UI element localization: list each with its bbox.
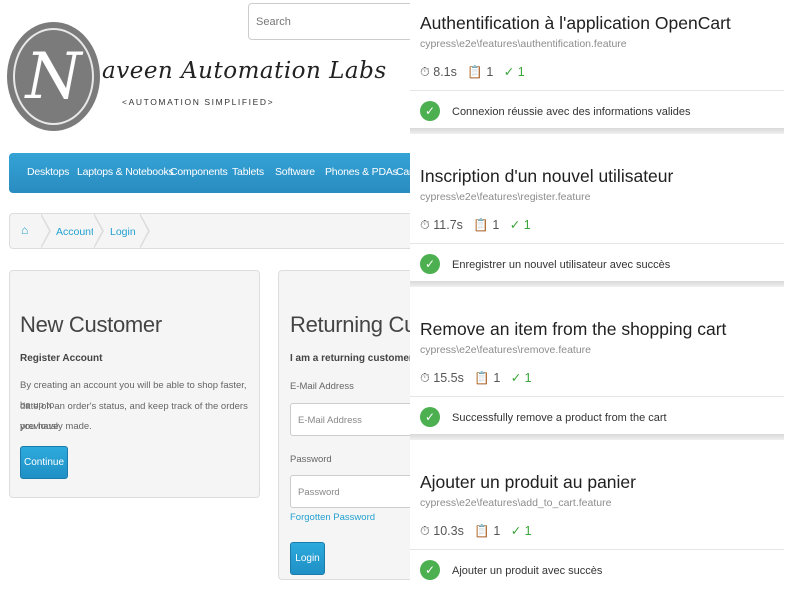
menu-item-components[interactable]: Components (170, 166, 228, 178)
password-label: Password (290, 454, 332, 465)
test-row[interactable]: ✓ Connexion réussie avec des information… (410, 94, 784, 132)
home-icon[interactable]: ⌂ (21, 223, 34, 237)
breadcrumb-login-link[interactable]: Login (110, 226, 136, 238)
clipboard-icon: 📋 (467, 65, 483, 79)
feature-stats: ⏱ 15.5s 📋 1 ✓ 1 (420, 370, 532, 386)
passed-count: 1 (524, 371, 532, 385)
check-circle-icon: ✓ (420, 407, 440, 427)
stopwatch-icon: ⏱ (420, 524, 430, 538)
breadcrumb-separator (93, 213, 104, 249)
logo-emblem: N (7, 22, 100, 131)
test-name: Successfully remove a product from the c… (452, 412, 667, 424)
duration: 15.5s (433, 371, 464, 385)
register-account-heading: Register Account (20, 353, 103, 364)
menu-item-cameras[interactable]: Cam (396, 166, 410, 178)
logo-tagline: <AUTOMATION SIMPLIFIED> (122, 97, 275, 107)
card-separator (410, 281, 784, 287)
card-separator (410, 128, 784, 134)
stopwatch-icon: ⏱ (420, 218, 430, 232)
returning-customer-heading: I am a returning customer (290, 353, 410, 364)
search-input[interactable]: Search (248, 3, 410, 40)
passed-count: 1 (523, 218, 531, 232)
breadcrumb-separator (40, 213, 51, 249)
login-button[interactable]: Login (290, 542, 325, 575)
card-separator (410, 434, 784, 440)
feature-card: Remove an item from the shopping cart cy… (410, 306, 784, 446)
menu-item-desktops[interactable]: Desktops (27, 166, 69, 178)
feature-card: Ajouter un produit au panier cypress\e2e… (410, 459, 784, 594)
checkmark-icon: ✓ (509, 218, 521, 232)
breadcrumb-separator (139, 213, 150, 249)
test-count: 1 (486, 65, 494, 79)
password-field[interactable]: Password (290, 475, 410, 508)
feature-title: Inscription d'un nouvel utilisateur (420, 166, 674, 186)
test-count: 1 (493, 524, 501, 538)
feature-stats: ⏱ 10.3s 📋 1 ✓ 1 (420, 523, 532, 539)
test-count: 1 (492, 218, 500, 232)
cypress-report: Authentification à l'application OpenCar… (410, 0, 789, 594)
checkmark-icon: ✓ (503, 65, 515, 79)
main-menu: Desktops Laptops & Notebooks Components … (9, 153, 410, 193)
feature-card: Authentification à l'application OpenCar… (410, 0, 784, 140)
feature-title: Remove an item from the shopping cart (420, 319, 727, 339)
test-count: 1 (493, 371, 501, 385)
feature-path: cypress\e2e\features\authentification.fe… (420, 38, 627, 50)
test-row[interactable]: ✓ Successfully remove a product from the… (410, 400, 784, 438)
test-name: Enregistrer un nouvel utilisateur avec s… (452, 259, 671, 271)
feature-title: Ajouter un produit au panier (420, 472, 636, 492)
returning-customer-panel: Returning Custo I am a returning custome… (278, 270, 410, 580)
forgotten-password-link[interactable]: Forgotten Password (290, 512, 375, 523)
divider (410, 396, 784, 397)
clipboard-icon: 📋 (473, 218, 489, 232)
breadcrumb-account-link[interactable]: Account (56, 226, 94, 238)
test-row[interactable]: ✓ Ajouter un produit avec succès (410, 553, 784, 591)
email-field[interactable]: E-Mail Address (290, 403, 410, 436)
duration: 8.1s (433, 65, 457, 79)
checkmark-icon: ✓ (510, 524, 522, 538)
opencart-login-page: Search N aveen Automation Labs <AUTOMATI… (0, 0, 410, 594)
clipboard-icon: 📋 (474, 371, 490, 385)
stopwatch-icon: ⏱ (420, 65, 430, 79)
returning-customer-title: Returning Custo (290, 312, 410, 337)
feature-stats: ⏱ 11.7s 📋 1 ✓ 1 (420, 217, 531, 233)
divider (410, 243, 784, 244)
test-name: Ajouter un produit avec succès (452, 565, 603, 577)
feature-path: cypress\e2e\features\register.feature (420, 191, 591, 203)
new-customer-panel: New Customer Register Account By creatin… (9, 270, 260, 498)
feature-title: Authentification à l'application OpenCar… (420, 13, 731, 33)
email-label: E-Mail Address (290, 381, 354, 392)
menu-item-laptops[interactable]: Laptops & Notebooks (77, 166, 174, 178)
feature-path: cypress\e2e\features\add_to_cart.feature (420, 497, 612, 509)
menu-item-software[interactable]: Software (275, 166, 315, 178)
clipboard-icon: 📋 (474, 524, 490, 538)
breadcrumb: ⌂ Account Login (9, 213, 410, 249)
feature-card: Inscription d'un nouvel utilisateur cypr… (410, 153, 784, 293)
check-circle-icon: ✓ (420, 254, 440, 274)
new-customer-title: New Customer (20, 312, 162, 337)
passed-count: 1 (524, 524, 532, 538)
checkmark-icon: ✓ (510, 371, 522, 385)
menu-item-phones[interactable]: Phones & PDAs (325, 166, 398, 178)
logo-name: aveen Automation Labs (102, 58, 387, 84)
check-circle-icon: ✓ (420, 101, 440, 121)
menu-item-tablets[interactable]: Tablets (232, 166, 264, 178)
logo-initial: N (25, 39, 82, 114)
duration: 11.7s (433, 218, 463, 232)
divider (410, 549, 784, 550)
test-row[interactable]: ✓ Enregistrer un nouvel utilisateur avec… (410, 247, 784, 285)
new-customer-text-3: previously made. (20, 421, 92, 432)
passed-count: 1 (517, 65, 525, 79)
feature-path: cypress\e2e\features\remove.feature (420, 344, 592, 356)
test-name: Connexion réussie avec des informations … (452, 106, 691, 118)
stopwatch-icon: ⏱ (420, 371, 430, 385)
continue-button[interactable]: Continue (20, 446, 68, 479)
check-circle-icon: ✓ (420, 560, 440, 580)
feature-stats: ⏱ 8.1s 📋 1 ✓ 1 (420, 64, 525, 80)
duration: 10.3s (433, 524, 464, 538)
divider (410, 90, 784, 91)
